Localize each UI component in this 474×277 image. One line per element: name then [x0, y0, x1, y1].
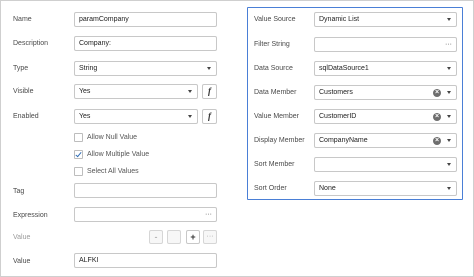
chevron-down-icon [447, 139, 451, 142]
clear-icon[interactable]: × [433, 137, 441, 145]
checkbox-label: Allow Multiple Value [87, 151, 150, 158]
value-field[interactable]: ALFKI [74, 253, 217, 268]
data-member-select[interactable]: Customers × [314, 85, 457, 100]
chevron-down-icon [447, 115, 451, 118]
data-member-value: Customers [319, 89, 353, 96]
clear-icon[interactable]: × [433, 113, 441, 121]
display-member-label: Display Member [254, 137, 305, 144]
data-source-value: sqlDataSource1 [319, 65, 369, 72]
chevron-down-icon [447, 67, 451, 70]
tag-field[interactable] [74, 183, 217, 198]
visible-expression-button[interactable]: f [202, 84, 217, 99]
chevron-down-icon [447, 91, 451, 94]
name-value: paramCompany [79, 16, 129, 23]
value-member-select[interactable]: CustomerID × [314, 109, 457, 124]
filter-string-label: Filter String [254, 41, 290, 48]
display-member-select[interactable]: CompanyName × [314, 133, 457, 148]
display-member-value: CompanyName [319, 137, 368, 144]
value-value: ALFKI [79, 257, 99, 264]
ellipsis-button[interactable]: ··· [205, 208, 212, 221]
description-field[interactable]: Company: [74, 36, 217, 51]
remove-value-button[interactable]: - [149, 230, 163, 244]
name-field[interactable]: paramCompany [74, 12, 217, 27]
sort-order-label: Sort Order [254, 185, 287, 192]
data-source-select[interactable]: sqlDataSource1 [314, 61, 457, 76]
checkbox-box[interactable] [74, 150, 83, 159]
value-member-label: Value Member [254, 113, 300, 120]
checkbox-box[interactable] [74, 133, 83, 142]
add-value-button[interactable]: + [186, 230, 200, 244]
value-label: Value [13, 258, 31, 265]
checkbox-label: Select All Values [87, 168, 139, 175]
visible-value: Yes [79, 88, 91, 95]
checkmark-icon [75, 150, 82, 158]
parameter-editor-panel: Name paramCompany Description Company: T… [0, 0, 474, 277]
value-more-button[interactable]: ··· [203, 230, 217, 244]
sort-order-value: None [319, 185, 336, 192]
value-disabled-button [167, 230, 181, 244]
expression-field[interactable]: ··· [74, 207, 217, 222]
sort-member-select[interactable] [314, 157, 457, 172]
chevron-down-icon [447, 187, 451, 190]
description-label: Description [13, 40, 49, 47]
data-source-label: Data Source [254, 65, 293, 72]
enabled-value: Yes [79, 113, 91, 120]
enabled-select[interactable]: Yes [74, 109, 198, 124]
enabled-label: Enabled [13, 113, 39, 120]
enabled-expression-button[interactable]: f [202, 109, 217, 124]
value-source-select[interactable]: Dynamic List [314, 12, 457, 27]
checkbox-box[interactable] [74, 167, 83, 176]
tag-label: Tag [13, 188, 25, 195]
chevron-down-icon [188, 90, 192, 93]
clear-icon[interactable]: × [433, 89, 441, 97]
name-label: Name [13, 16, 32, 23]
chevron-down-icon [447, 163, 451, 166]
description-value: Company: [79, 40, 111, 47]
visible-label: Visible [13, 88, 34, 95]
type-label: Type [13, 65, 29, 72]
visible-select[interactable]: Yes [74, 84, 198, 99]
checkbox-label: Allow Null Value [87, 134, 138, 141]
value-source-value: Dynamic List [319, 16, 360, 23]
type-value: String [79, 65, 98, 72]
chevron-down-icon [188, 115, 192, 118]
expression-label: Expression [13, 212, 48, 219]
chevron-down-icon [447, 18, 451, 21]
sort-order-select[interactable]: None [314, 181, 457, 196]
ellipsis-button[interactable]: ··· [445, 38, 452, 51]
value-source-label: Value Source [254, 16, 296, 23]
chevron-down-icon [207, 67, 211, 70]
filter-string-field[interactable]: ··· [314, 37, 457, 52]
value-member-value: CustomerID [319, 113, 357, 120]
data-member-label: Data Member [254, 89, 297, 96]
sort-member-label: Sort Member [254, 161, 295, 168]
value-editor-label: Value [13, 234, 31, 241]
type-select[interactable]: String [74, 61, 217, 76]
